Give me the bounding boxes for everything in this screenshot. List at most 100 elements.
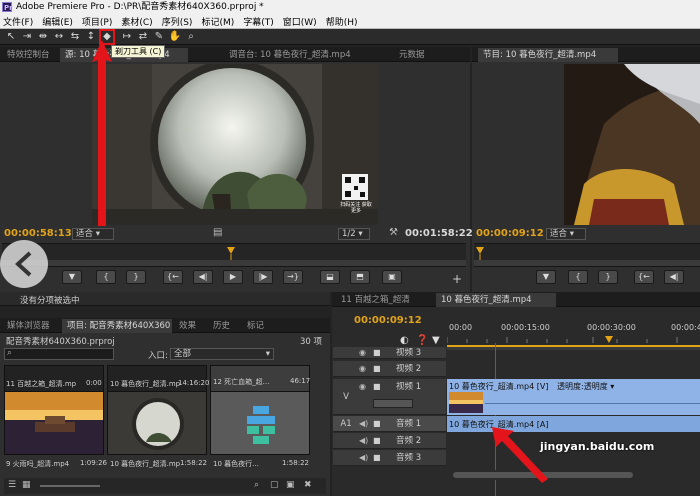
lock-icon[interactable]: ■ <box>373 433 381 449</box>
menu-window[interactable]: 窗口(W) <box>283 15 317 28</box>
back-icon[interactable] <box>0 240 48 288</box>
menu-sequence[interactable]: 序列(S) <box>162 15 193 28</box>
lock-icon[interactable]: ■ <box>373 361 381 377</box>
list-view-icon[interactable]: ☰ <box>8 480 16 490</box>
program-step-back-button[interactable]: ◀| <box>664 270 684 284</box>
pen-tool-icon[interactable]: ✎ <box>152 30 166 44</box>
lock-icon[interactable]: ■ <box>373 416 381 432</box>
timeline-ruler[interactable]: 00:00 00:00:15:00 00:00:30:00 00:00:45:0… <box>447 321 700 351</box>
overwrite-button[interactable]: ⬒ <box>350 270 370 284</box>
tab-effect-controls[interactable]: 特效控制台 <box>2 48 58 62</box>
speaker-icon[interactable]: ◀) <box>359 433 368 449</box>
zoom-slider[interactable] <box>40 485 100 487</box>
program-timecode[interactable]: 00:00:09:12 <box>476 228 544 239</box>
tab-effects[interactable]: 效果 <box>174 319 204 333</box>
menu-edit[interactable]: 编辑(E) <box>42 15 73 28</box>
track-keyframe-control[interactable] <box>373 399 413 408</box>
track-video-1[interactable]: V ◉ ■ 视频 1 <box>333 379 446 415</box>
add-marker-button[interactable]: ▼ <box>62 270 82 284</box>
track-audio-1[interactable]: A1 ◀) ■ 音频 1 <box>333 416 446 432</box>
step-back-button[interactable]: ◀| <box>193 270 213 284</box>
source-timecode-in[interactable]: 00:00:58:13 <box>4 228 72 239</box>
marker-add-icon[interactable]: ▼ <box>432 335 440 346</box>
lock-icon[interactable]: ■ <box>373 379 381 395</box>
search-icon[interactable]: ⌕ <box>254 480 259 490</box>
mark-in-button[interactable]: { <box>96 270 116 284</box>
search-input[interactable]: ⌕ <box>4 348 114 360</box>
speaker-icon[interactable]: ◀) <box>359 450 368 466</box>
source-time-ruler[interactable] <box>2 243 466 267</box>
trash-icon[interactable]: ✖ <box>304 480 312 490</box>
slide-tool-icon[interactable]: ↦ <box>120 30 134 44</box>
menu-clip[interactable]: 素材(C) <box>121 15 152 28</box>
tab-metadata[interactable]: 元数据 <box>394 48 438 62</box>
icon-view-icon[interactable]: ▦ <box>22 480 31 490</box>
tab-project[interactable]: 项目: 配音秀素材640X360 <box>62 319 172 333</box>
add-icon[interactable]: + <box>452 272 462 286</box>
tab-audio-mixer[interactable]: 调音台: 10 暮色夜行_超清.mp4 <box>224 48 392 62</box>
speaker-icon[interactable]: ◀) <box>359 416 368 432</box>
selection-tool-icon[interactable]: ↖ <box>4 30 18 44</box>
ripple-edit-tool-icon[interactable]: ⇹ <box>36 30 50 44</box>
program-video-frame[interactable] <box>564 64 700 225</box>
marker-icon[interactable]: ❓ <box>416 335 428 346</box>
new-bin-icon[interactable]: ▢ <box>270 480 279 490</box>
entry-dropdown[interactable]: 全部 ▾ <box>170 348 274 360</box>
project-item-thumb[interactable] <box>210 391 310 455</box>
eye-icon[interactable]: ◉ <box>359 361 366 377</box>
rolling-edit-tool-icon[interactable]: ↔ <box>52 30 66 44</box>
wrench-icon[interactable]: ⚒ <box>389 227 398 238</box>
program-monitor: 00:00:09:12 适合 ▾ ▼ { } {← ◀| <box>472 62 700 292</box>
project-item-thumb[interactable] <box>4 391 104 455</box>
source-video-frame[interactable]: 扫码关注 获取更多 <box>92 64 378 225</box>
eye-icon[interactable]: ◉ <box>359 379 366 395</box>
program-time-ruler[interactable] <box>474 243 700 267</box>
source-ratio-dropdown[interactable]: 1/2 ▾ <box>338 228 370 240</box>
menu-file[interactable]: 文件(F) <box>3 15 33 28</box>
rate-stretch-tool-icon[interactable]: ⇆ <box>68 30 82 44</box>
tab-media-browser[interactable]: 媒体浏览器 <box>2 319 60 333</box>
program-go-to-in-button[interactable]: {← <box>634 270 654 284</box>
track-audio-3[interactable]: ◀) ■ 音频 3 <box>333 450 446 466</box>
tab-program[interactable]: 节目: 10 暮色夜行_超清.mp4 <box>478 48 618 62</box>
search-icon: ⌕ <box>7 348 13 358</box>
program-mark-out-button[interactable]: } <box>598 270 618 284</box>
hand-tool-icon[interactable]: ✋ <box>168 30 182 44</box>
video-clip[interactable]: 10 暮色夜行_超清.mp4 [V] 透明度:透明度 ▾ <box>447 379 700 415</box>
play-icon[interactable]: ▶ <box>223 270 243 284</box>
lock-icon[interactable]: ■ <box>373 450 381 466</box>
filmstrip-icon[interactable]: ▤ <box>213 227 222 238</box>
menu-help[interactable]: 帮助(H) <box>326 15 358 28</box>
lock-icon[interactable]: ■ <box>373 347 381 359</box>
program-mark-in-button[interactable]: { <box>568 270 588 284</box>
camera-icon[interactable]: ▣ <box>382 270 402 284</box>
zoom-tool-icon[interactable]: ⌕ <box>184 30 198 44</box>
menu-project[interactable]: 项目(P) <box>82 15 112 28</box>
program-add-marker-button[interactable]: ▼ <box>536 270 556 284</box>
go-to-in-button[interactable]: {← <box>163 270 183 284</box>
tab-sequence-2[interactable]: 10 暮色夜行_超清.mp4 <box>436 293 556 307</box>
step-forward-button[interactable]: |▶ <box>253 270 273 284</box>
new-item-icon[interactable]: ▣ <box>286 480 295 490</box>
track-select-tool-icon[interactable]: ⇥ <box>20 30 34 44</box>
slip-tool-2-icon[interactable]: ⇄ <box>136 30 150 44</box>
tab-sequence-1[interactable]: 11 百越之箱_超清 <box>336 293 432 307</box>
tab-markers[interactable]: 标记 <box>242 319 272 333</box>
menu-title[interactable]: 字幕(T) <box>243 15 274 28</box>
tab-history[interactable]: 历史 <box>208 319 238 333</box>
go-to-out-button[interactable]: →} <box>283 270 303 284</box>
menu-marker[interactable]: 标记(M) <box>201 15 234 28</box>
clip-effect-dropdown[interactable]: 透明度:透明度 ▾ <box>557 381 614 392</box>
insert-button[interactable]: ⬓ <box>320 270 340 284</box>
audio-clip[interactable]: 10 暮色夜行_超清.mp4 [A] <box>447 416 700 432</box>
eye-icon[interactable]: ◉ <box>359 347 366 359</box>
project-item-thumb[interactable] <box>107 391 207 455</box>
program-fit-dropdown[interactable]: 适合 ▾ <box>546 228 586 240</box>
mark-out-button[interactable]: } <box>126 270 146 284</box>
track-audio-2[interactable]: ◀) ■ 音频 2 <box>333 433 446 449</box>
track-video-2[interactable]: ◉ ■ 视频 2 <box>333 361 446 377</box>
timeline-timecode[interactable]: 00:00:09:12 <box>354 315 422 326</box>
project-item-duration: 1:58:22 <box>282 459 309 467</box>
snap-icon[interactable]: ◐ <box>400 335 409 346</box>
track-video-3[interactable]: ◉ ■ 视频 3 <box>333 347 446 359</box>
